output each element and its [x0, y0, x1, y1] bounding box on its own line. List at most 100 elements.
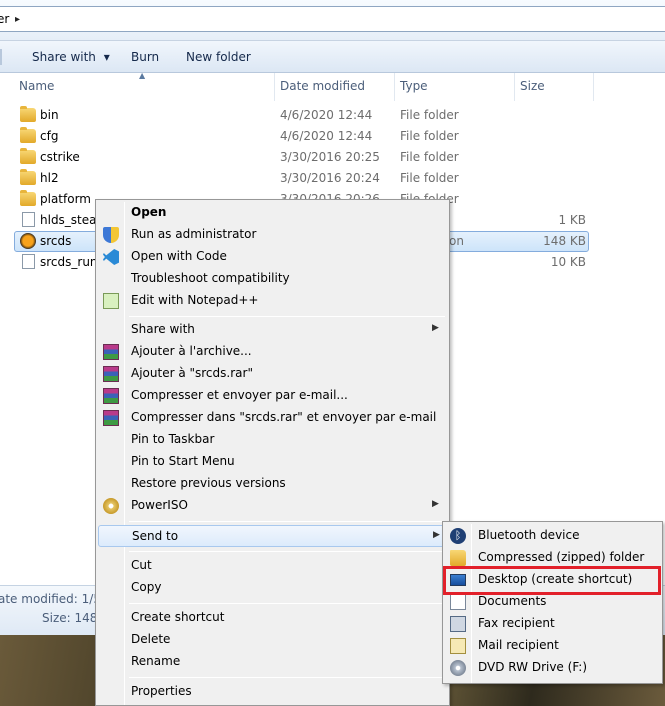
- menu-item-label: Ajouter à l'archive...: [131, 344, 252, 358]
- menu-item-label: Fax recipient: [478, 616, 555, 630]
- menu-item-pin-start[interactable]: Pin to Start Menu: [98, 451, 447, 473]
- mail-icon: [450, 638, 466, 654]
- file-size: 10 KB: [550, 255, 586, 269]
- menu-separator: [129, 551, 445, 552]
- file-type: on: [449, 234, 464, 248]
- menu-item-create-shortcut[interactable]: Create shortcut: [98, 607, 447, 629]
- menu-item-properties[interactable]: Properties: [98, 681, 447, 703]
- column-divider[interactable]: [274, 73, 275, 101]
- menu-item-label: Run as administrator: [131, 227, 257, 241]
- menu-item-compress-email[interactable]: Compresser et envoyer par e-mail...: [98, 385, 447, 407]
- file-type: File folder: [400, 108, 459, 122]
- highlight-annotation: [443, 566, 661, 595]
- file-row[interactable]: hl2 3/30/2016 20:24 File folder: [0, 168, 600, 189]
- menu-item-edit-notepad[interactable]: Edit with Notepad++: [98, 290, 447, 312]
- new-folder-button[interactable]: New folder: [186, 50, 251, 64]
- menu-item-send-to[interactable]: Send to ▶: [98, 525, 447, 547]
- file-type: File folder: [400, 150, 459, 164]
- menu-item-label: Pin to Taskbar: [131, 432, 215, 446]
- file-type: File folder: [400, 129, 459, 143]
- address-bar: er ▸: [0, 0, 665, 41]
- address-box[interactable]: er ▸: [0, 6, 665, 32]
- menu-item-label: Pin to Start Menu: [131, 454, 235, 468]
- menu-item-label: Ajouter à "srcds.rar": [131, 366, 253, 380]
- menu-item-label: Create shortcut: [131, 610, 225, 624]
- sort-ascending-icon: ▲: [139, 71, 146, 80]
- file-name: cfg: [40, 129, 59, 143]
- menu-item-label: PowerISO: [131, 498, 188, 512]
- file-date: 3/30/2016 20:24: [280, 171, 380, 185]
- menu-item-poweriso[interactable]: PowerISO ▶: [98, 495, 447, 517]
- column-header-date[interactable]: Date modified: [280, 79, 365, 93]
- file-name: srcds: [40, 234, 72, 248]
- file-date: 4/6/2020 12:44: [280, 129, 373, 143]
- column-header-name[interactable]: Name: [19, 79, 54, 93]
- column-header-size[interactable]: Size: [520, 79, 545, 93]
- file-name: platform: [40, 192, 91, 206]
- share-with-button[interactable]: Share with ▾: [32, 50, 110, 64]
- menu-item-add-rar[interactable]: Ajouter à "srcds.rar": [98, 363, 447, 385]
- file-name: srcds_run: [40, 255, 98, 269]
- file-row[interactable]: bin 4/6/2020 12:44 File folder: [0, 105, 600, 126]
- file-size: 148 KB: [543, 234, 586, 248]
- context-menu: Open Run as administrator Open with Code…: [95, 199, 450, 706]
- send-to-submenu: ᛒ Bluetooth device Compressed (zipped) f…: [442, 521, 663, 684]
- file-row[interactable]: cstrike 3/30/2016 20:25 File folder: [0, 147, 600, 168]
- menu-item-label: DVD RW Drive (F:): [478, 660, 588, 674]
- half-life-icon: [20, 233, 36, 249]
- menu-item-pin-taskbar[interactable]: Pin to Taskbar: [98, 429, 447, 451]
- document-icon: [22, 254, 35, 269]
- winrar-icon: [103, 410, 119, 426]
- menu-item-run-as-administrator[interactable]: Run as administrator: [98, 224, 447, 246]
- file-row[interactable]: cfg 4/6/2020 12:44 File folder: [0, 126, 600, 147]
- file-name: hl2: [40, 171, 59, 185]
- column-divider[interactable]: [514, 73, 515, 101]
- send-to-dvd[interactable]: DVD RW Drive (F:): [445, 657, 660, 679]
- menu-item-label: Compresser dans "srcds.rar" et envoyer p…: [131, 410, 437, 424]
- menu-item-rename[interactable]: Rename: [98, 651, 447, 673]
- column-divider[interactable]: [394, 73, 395, 101]
- folder-icon: [20, 190, 36, 206]
- share-with-label: Share with: [32, 50, 96, 64]
- menu-item-label: Troubleshoot compatibility: [131, 271, 290, 285]
- fax-icon: [450, 616, 466, 632]
- menu-item-delete[interactable]: Delete: [98, 629, 447, 651]
- menu-item-share-with[interactable]: Share with ▶: [98, 319, 447, 341]
- chevron-down-icon: ▾: [103, 50, 110, 64]
- breadcrumb-arrow-icon[interactable]: ▸: [15, 14, 20, 25]
- send-to-bluetooth[interactable]: ᛒ Bluetooth device: [445, 525, 660, 547]
- menu-item-label: Open: [131, 205, 167, 219]
- bluetooth-icon: ᛒ: [450, 528, 466, 544]
- menu-item-open-with-code[interactable]: Open with Code: [98, 246, 447, 268]
- file-name: bin: [40, 108, 59, 122]
- menu-item-restore-versions[interactable]: Restore previous versions: [98, 473, 447, 495]
- menu-item-label: Open with Code: [131, 249, 227, 263]
- submenu-arrow-icon: ▶: [433, 530, 440, 540]
- menu-item-label: Send to: [132, 529, 179, 543]
- menu-item-troubleshoot[interactable]: Troubleshoot compatibility: [98, 268, 447, 290]
- send-to-mail[interactable]: Mail recipient: [445, 635, 660, 657]
- toolbar-divider: [0, 49, 2, 65]
- burn-button[interactable]: Burn: [131, 50, 159, 64]
- folder-icon: [20, 127, 36, 143]
- menu-separator: [129, 603, 445, 604]
- menu-item-cut[interactable]: Cut: [98, 555, 447, 577]
- submenu-arrow-icon: ▶: [432, 323, 439, 333]
- column-header-type[interactable]: Type: [400, 79, 428, 93]
- folder-icon: [20, 106, 36, 122]
- menu-item-compress-rar-email[interactable]: Compresser dans "srcds.rar" et envoyer p…: [98, 407, 447, 429]
- dvd-drive-icon: [450, 660, 466, 676]
- zip-folder-icon: [450, 550, 466, 566]
- file-size: 1 KB: [558, 213, 586, 227]
- menu-item-add-archive[interactable]: Ajouter à l'archive...: [98, 341, 447, 363]
- command-bar: Share with ▾ Burn New folder: [0, 41, 665, 73]
- submenu-arrow-icon: ▶: [432, 499, 439, 509]
- column-divider[interactable]: [593, 73, 594, 101]
- documents-icon: [450, 594, 466, 610]
- menu-item-label: Cut: [131, 558, 152, 572]
- folder-icon: [20, 169, 36, 185]
- vscode-icon: [103, 249, 119, 265]
- menu-item-open[interactable]: Open: [98, 202, 447, 224]
- menu-item-copy[interactable]: Copy: [98, 577, 447, 599]
- send-to-fax[interactable]: Fax recipient: [445, 613, 660, 635]
